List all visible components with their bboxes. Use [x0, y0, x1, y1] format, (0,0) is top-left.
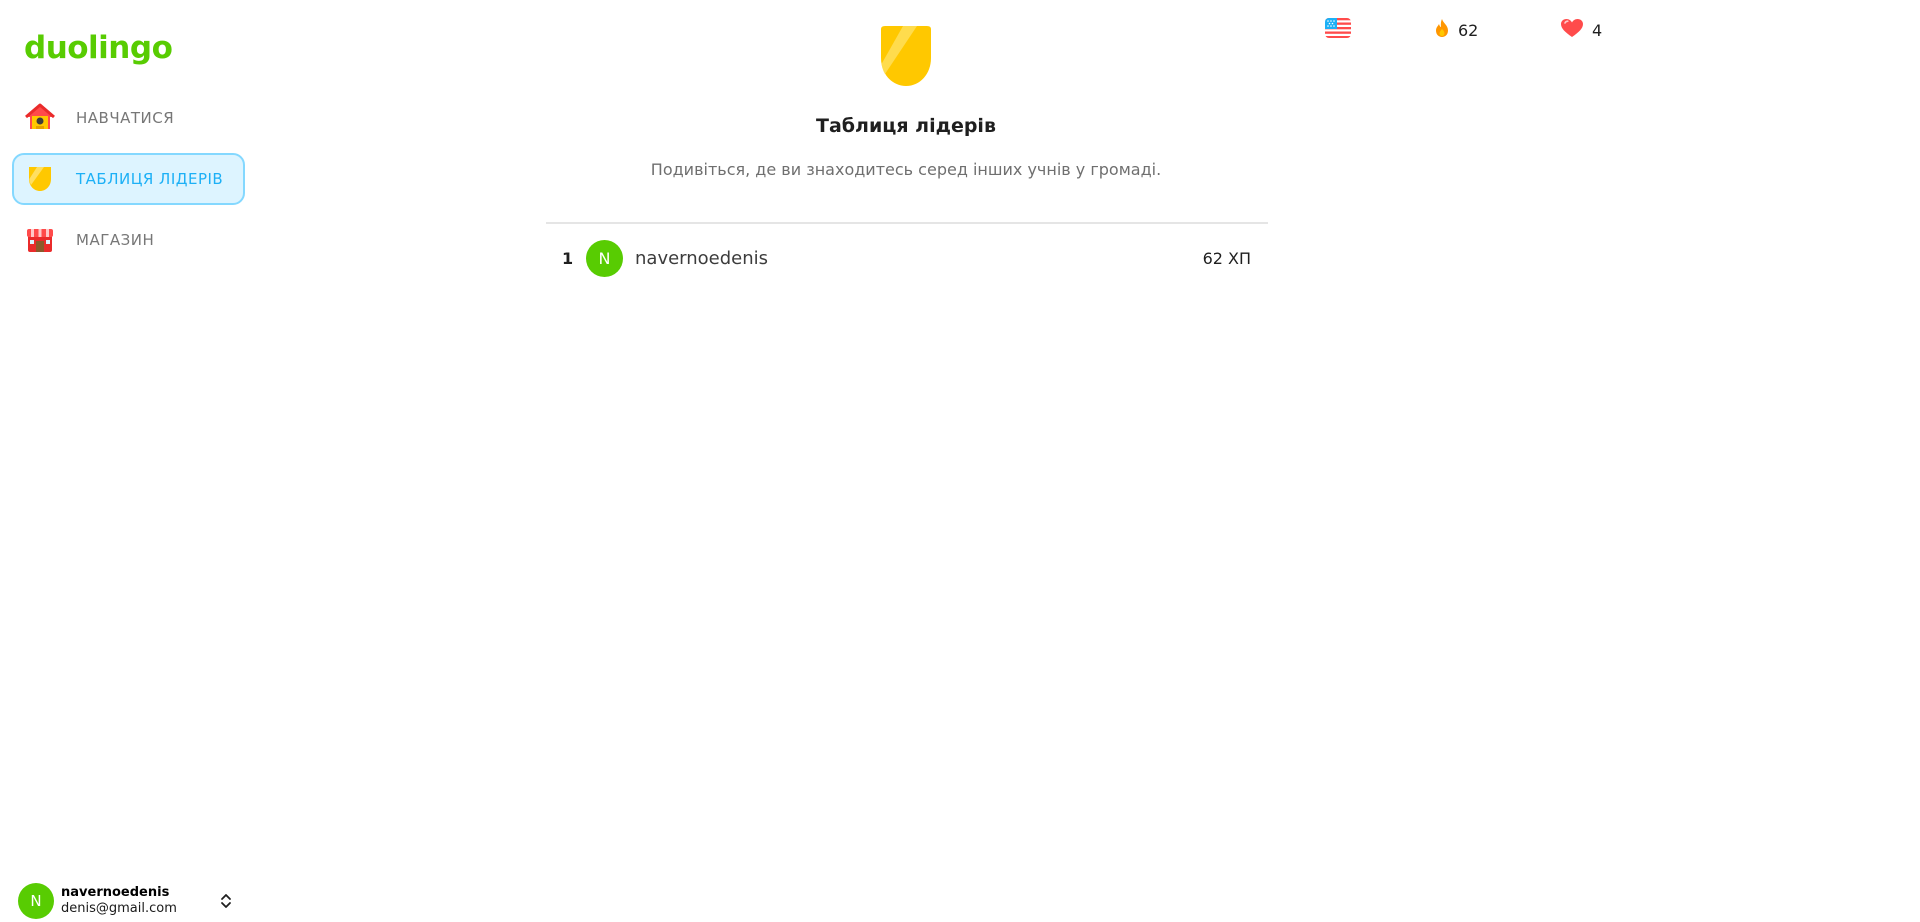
- heart-icon: [1560, 18, 1584, 42]
- streak-counter[interactable]: 62: [1434, 18, 1478, 42]
- streak-count: 62: [1458, 20, 1479, 40]
- user-info: navernoedenis denis@gmail.com: [61, 885, 177, 917]
- language-selector[interactable]: [1325, 18, 1351, 42]
- duolingo-logo[interactable]: duolingo: [24, 30, 173, 66]
- hearts-count: 4: [1592, 20, 1603, 40]
- chevron-up-down-icon[interactable]: [220, 891, 232, 911]
- page-subtitle: Подивіться, де ви знаходитесь серед інши…: [650, 160, 1162, 179]
- user-menu[interactable]: N navernoedenis denis@gmail.com: [18, 882, 240, 920]
- leaderboard-row[interactable]: 1 N navernoedenis 62 ХП: [546, 237, 1268, 279]
- app-root: duolingo НАВЧАТИСЯ ТАБЛИЦЯ ЛІДЕРІВ МАГАЗ…: [0, 0, 1920, 922]
- us-flag-icon: [1325, 18, 1351, 42]
- hearts-counter[interactable]: 4: [1560, 18, 1602, 42]
- row-xp: 62 ХП: [1202, 248, 1251, 268]
- avatar: N: [18, 883, 54, 919]
- shop-icon: [24, 224, 56, 256]
- divider: [546, 222, 1268, 224]
- sidebar-item-label: МАГАЗИН: [76, 231, 155, 249]
- sidebar: duolingo НАВЧАТИСЯ ТАБЛИЦЯ ЛІДЕРІВ МАГАЗ…: [0, 0, 256, 922]
- row-username: navernoedenis: [635, 247, 769, 269]
- sidebar-item-shop[interactable]: МАГАЗИН: [12, 214, 245, 266]
- rank: 1: [562, 248, 574, 268]
- page-title: Таблиця лідерів: [816, 115, 996, 137]
- avatar: N: [586, 239, 623, 277]
- flame-icon: [1434, 18, 1450, 42]
- shield-icon: [877, 26, 935, 92]
- user-name: navernoedenis: [61, 885, 170, 900]
- user-email: denis@gmail.com: [61, 901, 177, 916]
